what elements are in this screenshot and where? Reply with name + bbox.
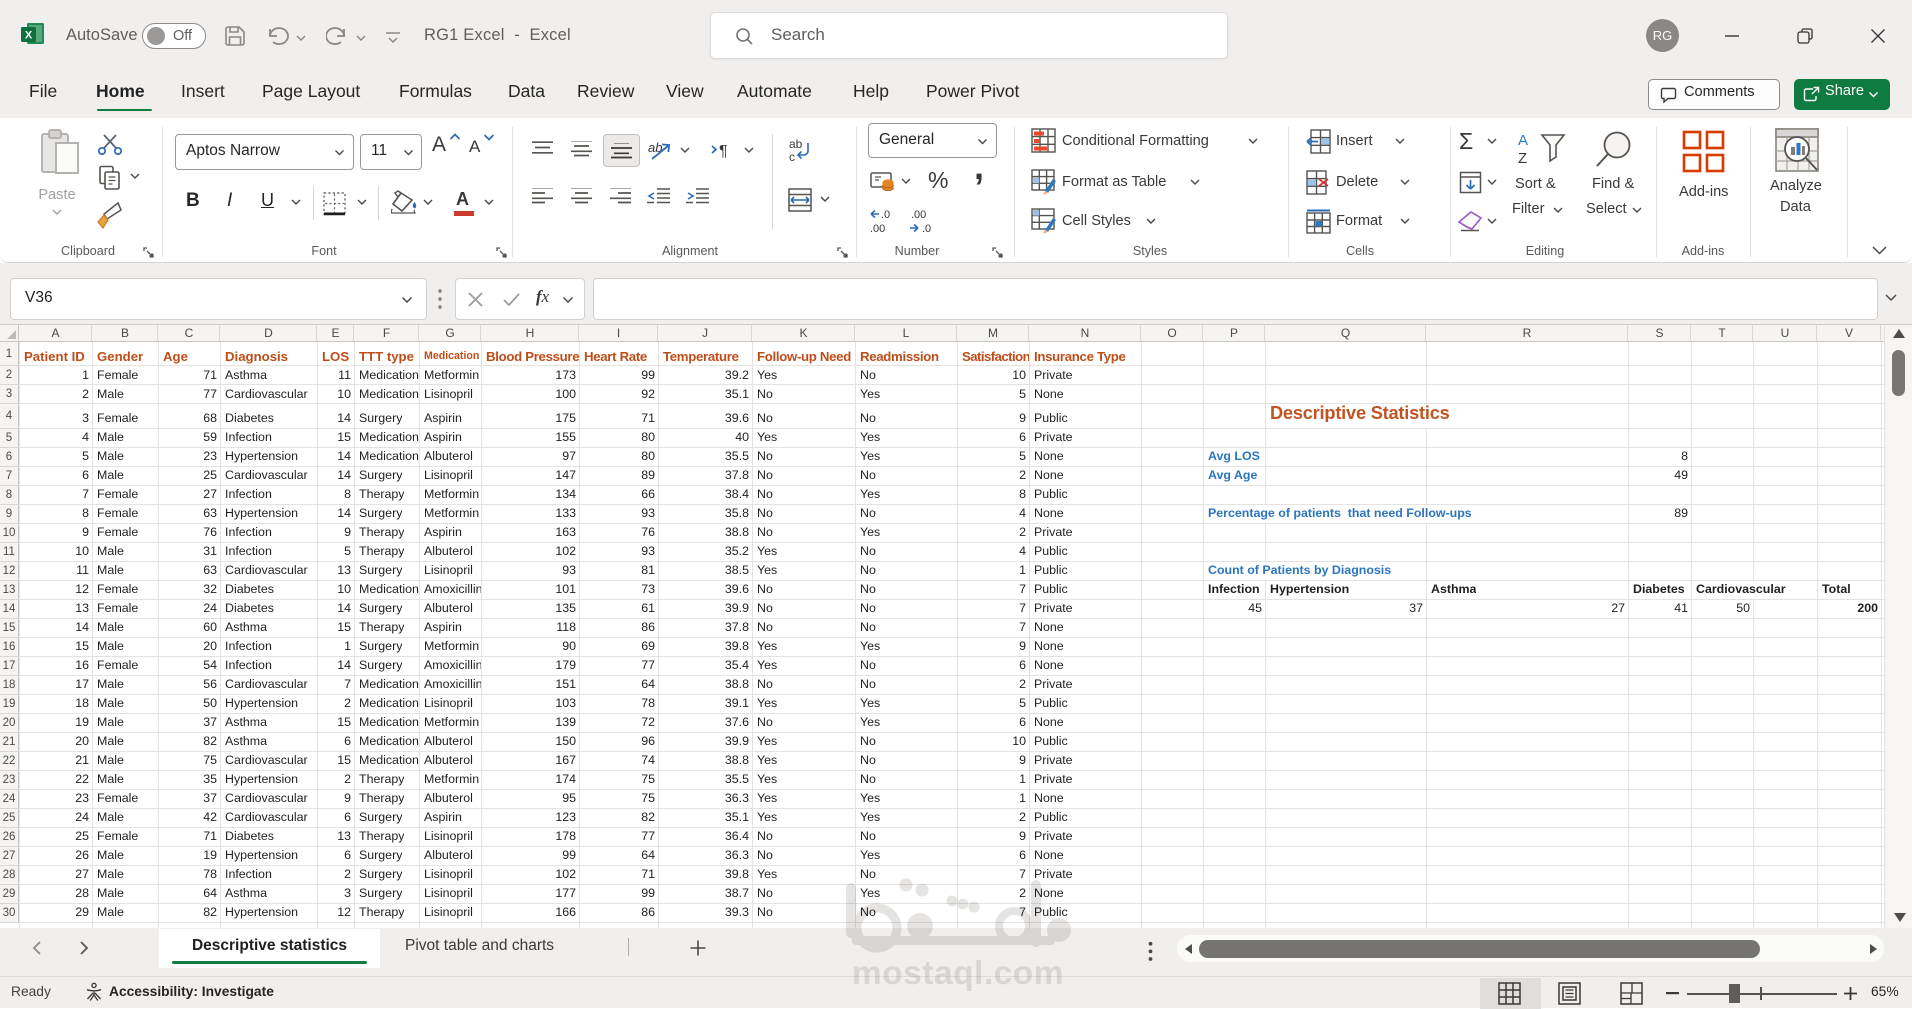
svg-text:A: A [1518, 132, 1528, 149]
svg-text:ab: ab [789, 137, 803, 151]
svg-text:X: X [25, 30, 33, 42]
svg-text:.00: .00 [870, 223, 885, 235]
svg-text:c: c [789, 150, 795, 163]
svg-text:.0: .0 [881, 209, 890, 221]
svg-text:.00: .00 [911, 209, 926, 221]
svg-text:¶: ¶ [719, 143, 728, 160]
svg-text:Z: Z [1518, 150, 1527, 167]
svg-text:.0: .0 [922, 223, 931, 235]
